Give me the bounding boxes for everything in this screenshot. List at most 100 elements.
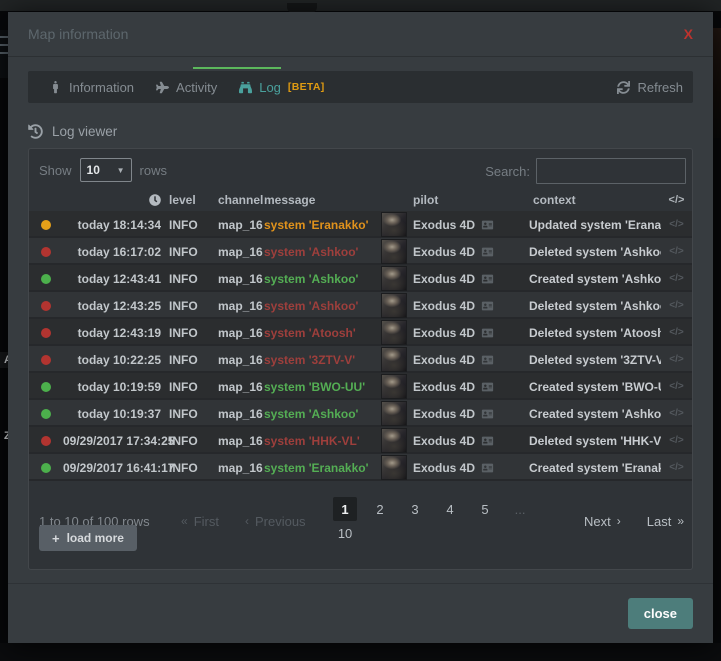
code-icon: </>: [661, 219, 692, 230]
log-context: Deleted system '3ZTV-V' #...: [529, 353, 661, 367]
header-code-icon[interactable]: </>: [661, 194, 692, 206]
page-size-select[interactable]: 10 ▼: [80, 158, 132, 182]
id-card-icon: [481, 436, 494, 446]
beta-badge: [BETA]: [288, 81, 325, 93]
header-context[interactable]: context: [529, 193, 661, 207]
pager-last[interactable]: Last»: [647, 514, 684, 529]
pager-page[interactable]: 2: [368, 497, 392, 521]
log-message: system 'Ashkoo': [256, 407, 381, 421]
pager-page[interactable]: 4: [438, 497, 462, 521]
refresh-button[interactable]: Refresh: [617, 80, 683, 95]
pager-page[interactable]: 1: [333, 497, 357, 521]
pilot-name: Exodus 4D: [413, 299, 475, 313]
log-message: system 'Eranakko': [256, 461, 381, 475]
log-level: INFO: [161, 380, 208, 394]
log-context: Created system 'Ashkoo' ...: [529, 272, 661, 286]
pilot-avatar: [381, 239, 407, 264]
tab-bar: Information Activity Log [BETA] Refresh: [28, 71, 693, 103]
chevron-down-icon: ▼: [117, 166, 125, 175]
plus-icon: +: [52, 531, 60, 546]
table-row[interactable]: 09/29/2017 17:34:25 INFO map_16 system '…: [29, 427, 692, 454]
log-channel: map_16: [208, 218, 256, 232]
id-card-icon: [481, 463, 494, 473]
status-dot: [41, 409, 51, 419]
header-pilot[interactable]: pilot: [409, 193, 529, 207]
log-time: today 18:14:34: [63, 218, 161, 232]
table-row[interactable]: today 12:43:19 INFO map_16 system 'Atoos…: [29, 319, 692, 346]
background-top-bar: [0, 0, 721, 11]
log-context: Created system 'BWO-UU'...: [529, 380, 661, 394]
id-card-icon: [481, 247, 494, 257]
dialog-footer: close: [8, 583, 713, 643]
dialog-header: Map information X: [8, 12, 713, 57]
log-channel: map_16: [208, 326, 256, 340]
table-row[interactable]: today 10:19:37 INFO map_16 system 'Ashko…: [29, 400, 692, 427]
log-channel: map_16: [208, 272, 256, 286]
pager-next[interactable]: Next›: [584, 514, 621, 529]
log-level: INFO: [161, 461, 208, 475]
close-button[interactable]: close: [628, 598, 693, 629]
id-card-icon: [481, 220, 494, 230]
log-time: today 10:19:59: [63, 380, 161, 394]
code-icon: </>: [661, 462, 692, 473]
tab-label: Log: [259, 80, 281, 95]
log-level: INFO: [161, 218, 208, 232]
log-time: today 10:19:37: [63, 407, 161, 421]
log-viewer-heading: Log viewer: [28, 124, 117, 139]
pager-page[interactable]: 5: [473, 497, 497, 521]
table-row[interactable]: today 10:22:25 INFO map_16 system '3ZTV-…: [29, 346, 692, 373]
status-dot: [41, 301, 51, 311]
pilot-avatar: [381, 401, 407, 426]
id-card-icon: [481, 328, 494, 338]
header-channel[interactable]: channel: [208, 193, 256, 207]
log-level: INFO: [161, 245, 208, 259]
pilot-name: Exodus 4D: [413, 218, 475, 232]
pager-page[interactable]: 10: [333, 521, 357, 545]
search-label: Search:: [485, 164, 530, 179]
pilot-avatar: [381, 347, 407, 372]
pager-previous[interactable]: ‹Previous: [245, 514, 306, 529]
table-row[interactable]: today 12:43:25 INFO map_16 system 'Ashko…: [29, 292, 692, 319]
id-card-icon: [481, 301, 494, 311]
tab-log[interactable]: Log [BETA]: [228, 71, 335, 103]
pilot-name: Exodus 4D: [413, 326, 475, 340]
header-level[interactable]: level: [161, 193, 208, 207]
pager-page[interactable]: 3: [403, 497, 427, 521]
header-message[interactable]: message: [256, 193, 381, 207]
background-left-panel: [0, 30, 8, 78]
close-icon[interactable]: X: [684, 27, 693, 41]
log-viewer-title: Log viewer: [52, 124, 117, 139]
table-row[interactable]: today 10:19:59 INFO map_16 system 'BWO-U…: [29, 373, 692, 400]
id-card-icon: [481, 355, 494, 365]
tab-label: Activity: [176, 80, 217, 95]
log-message: system 'BWO-UU': [256, 380, 381, 394]
table-row[interactable]: today 16:17:02 INFO map_16 system 'Ashko…: [29, 238, 692, 265]
log-level: INFO: [161, 299, 208, 313]
search-input[interactable]: [536, 158, 686, 184]
log-time: 09/29/2017 16:41:17: [63, 461, 161, 475]
pilot-avatar: [381, 293, 407, 318]
pilot-avatar: [381, 428, 407, 453]
log-time: today 12:43:25: [63, 299, 161, 313]
pilot-avatar: [381, 212, 407, 237]
tab-label: Information: [69, 80, 134, 95]
log-channel: map_16: [208, 407, 256, 421]
code-icon: </>: [661, 273, 692, 284]
table-row[interactable]: 09/29/2017 16:41:17 INFO map_16 system '…: [29, 454, 692, 481]
load-more-button[interactable]: + load more: [39, 525, 137, 551]
log-context: Created system 'Eranakko...: [529, 461, 661, 475]
pilot-avatar: [381, 320, 407, 345]
tab-activity[interactable]: Activity: [145, 71, 228, 103]
time-column-icon[interactable]: [149, 194, 161, 206]
pager-pages: 12345...10: [328, 497, 568, 545]
pilot-name: Exodus 4D: [413, 434, 475, 448]
id-card-icon: [481, 409, 494, 419]
table-row[interactable]: today 12:43:41 INFO map_16 system 'Ashko…: [29, 265, 692, 292]
pager-first[interactable]: «First: [181, 514, 219, 529]
log-channel: map_16: [208, 245, 256, 259]
plane-icon: [156, 81, 169, 94]
table-row[interactable]: today 18:14:34 INFO map_16 system 'Erana…: [29, 211, 692, 238]
code-icon: </>: [661, 246, 692, 257]
refresh-label: Refresh: [637, 80, 683, 95]
tab-information[interactable]: Information: [38, 71, 145, 103]
